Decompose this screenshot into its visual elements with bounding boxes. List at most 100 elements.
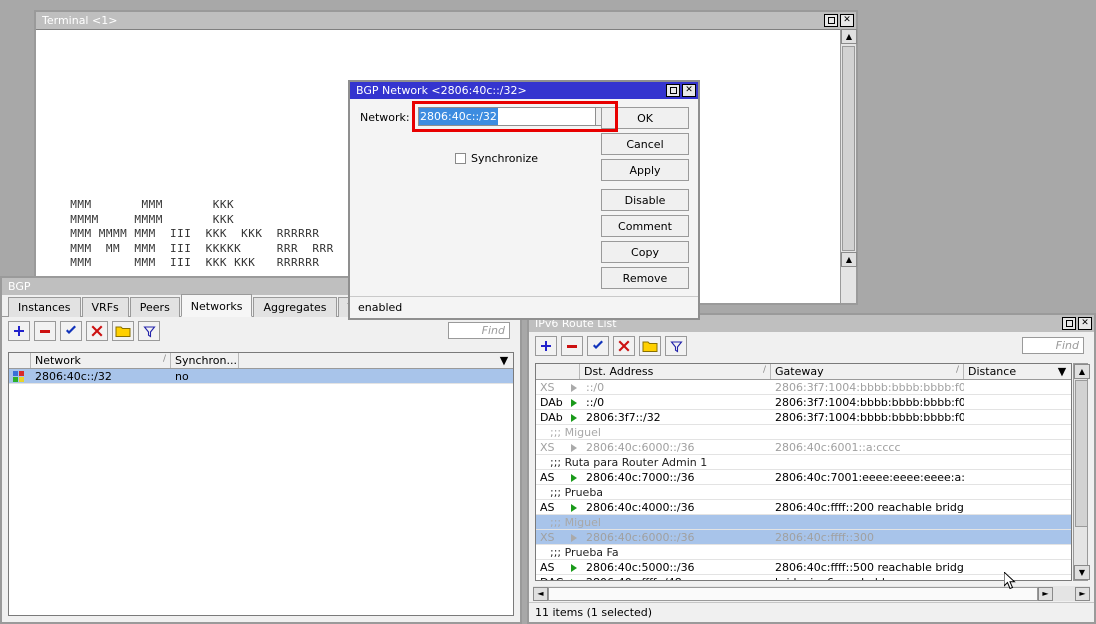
cell-gateway: 2806:40c:6001::a:cccc xyxy=(771,440,964,455)
comment-row[interactable]: ;;; Ruta para Router Admin 1 xyxy=(536,455,1071,470)
comment-row[interactable]: ;;; Miguel xyxy=(536,515,1071,530)
bgp-networks-table[interactable]: Network / Synchron... ▼ 2806:40c::/32 xyxy=(8,352,514,616)
disable-button[interactable]: Disable xyxy=(601,189,689,211)
routes-table-header: Dst. Address / Gateway / Distance ▼ xyxy=(536,364,1071,380)
table-row[interactable]: DAb::/02806:3f7:1004:bbbb:bbbb:bbbb:f0ca… xyxy=(536,395,1071,410)
synchronize-checkbox[interactable] xyxy=(455,153,466,164)
remove-icon[interactable] xyxy=(34,321,56,341)
col-synchronize[interactable]: Synchron... xyxy=(171,353,239,368)
sort-asc-icon: / xyxy=(763,365,766,375)
table-row[interactable]: XS2806:40c:6000::/362806:40c:ffff::300 xyxy=(536,530,1071,545)
routes-rows-container[interactable]: XS::/02806:3f7:1004:bbbb:bbbb:bbbb:f0ca:… xyxy=(536,380,1071,581)
cell-dst-address: 2806:3f7::/32 xyxy=(582,410,771,425)
add-icon[interactable] xyxy=(535,336,557,356)
disable-icon[interactable] xyxy=(613,336,635,356)
remove-icon[interactable] xyxy=(561,336,583,356)
route-direction-icon xyxy=(566,395,582,410)
table-row[interactable]: AS2806:40c:4000::/362806:40c:ffff::200 r… xyxy=(536,500,1071,515)
close-icon[interactable]: ✕ xyxy=(682,84,696,97)
table-row[interactable]: XS 2806:40c:6000::/362806:40c:6001::a:ccc… xyxy=(536,440,1071,455)
route-comment: ;;; Prueba Fa xyxy=(536,545,1071,560)
col-dst-address[interactable]: Dst. Address / xyxy=(580,364,771,379)
routes-horizontal-scrollbar[interactable]: ◄ ► ► xyxy=(533,586,1090,601)
cell-dst-address: ::/0 xyxy=(582,380,771,395)
maximize-icon[interactable] xyxy=(666,84,680,97)
cell-flags: XS xyxy=(536,440,566,455)
close-icon[interactable]: ✕ xyxy=(1078,317,1092,330)
tab-peers[interactable]: Peers xyxy=(130,297,180,317)
enable-icon[interactable] xyxy=(587,336,609,356)
terminal-window-buttons[interactable]: ✕ xyxy=(824,14,854,27)
dialog-buttons[interactable]: OK Cancel Apply Disable Comment Copy Rem… xyxy=(601,107,689,293)
scrollbar-thumb[interactable] xyxy=(1075,380,1088,527)
scroll-up-icon[interactable]: ▲ xyxy=(1074,364,1090,379)
terminal-vertical-scrollbar[interactable]: ▲ ▲ xyxy=(840,29,856,303)
synchronize-checkbox-row[interactable]: Synchronize xyxy=(455,152,538,165)
cell-flags: XS xyxy=(536,530,566,545)
comment-row[interactable]: ;;; Miguel xyxy=(536,425,1071,440)
routes-vertical-scrollbar[interactable]: ▲ ▼ xyxy=(1073,363,1088,581)
column-menu-icon[interactable]: ▼ xyxy=(495,353,513,368)
routes-toolbar[interactable]: Find xyxy=(529,332,1094,360)
tab-instances[interactable]: Instances xyxy=(8,297,81,317)
cell-distance xyxy=(964,395,1071,410)
cell-spacer xyxy=(239,369,513,384)
maximize-icon[interactable] xyxy=(824,14,838,27)
cell-flags: AS xyxy=(536,500,566,515)
comment-icon[interactable] xyxy=(112,321,134,341)
scroll-up-icon[interactable]: ▲ xyxy=(841,29,857,44)
network-input-wrap[interactable]: 2806:40c::/32 xyxy=(418,107,608,126)
terminal-titlebar[interactable]: Terminal <1> ✕ xyxy=(36,12,856,29)
disable-icon[interactable] xyxy=(86,321,108,341)
scroll-right-icon[interactable]: ► xyxy=(1038,587,1053,601)
filter-icon[interactable] xyxy=(665,336,687,356)
table-row[interactable]: AS2806:40c:5000::/362806:40c:ffff::500 r… xyxy=(536,560,1071,575)
tab-aggregates[interactable]: Aggregates xyxy=(253,297,336,317)
col-gateway[interactable]: Gateway / xyxy=(771,364,964,379)
column-menu-icon[interactable]: ▼ xyxy=(1053,364,1071,379)
ipv6-route-list-window[interactable]: IPv6 Route List ✕ xyxy=(527,313,1096,624)
routes-find-input[interactable]: Find xyxy=(1022,337,1084,354)
copy-button[interactable]: Copy xyxy=(601,241,689,263)
table-row[interactable]: XS::/02806:3f7:1004:bbbb:bbbb:bbbb:f0ca:… xyxy=(536,380,1071,395)
comment-row[interactable]: ;;; Prueba Fa xyxy=(536,545,1071,560)
table-row[interactable]: DAC2806:40c:ffff::/48bridgeipv6 reachabl… xyxy=(536,575,1071,581)
scroll-down-icon[interactable]: ▲ xyxy=(841,252,857,267)
apply-button[interactable]: Apply xyxy=(601,159,689,181)
filter-icon[interactable] xyxy=(138,321,160,341)
network-input[interactable] xyxy=(418,107,596,126)
scrollbar-track[interactable] xyxy=(548,587,1038,601)
cell-gateway: 2806:3f7:1004:bbbb:bbbb:bbbb:f0ca:f0ca r… xyxy=(771,395,964,410)
dialog-titlebar[interactable]: BGP Network <2806:40c::/32> ✕ xyxy=(350,82,698,99)
enable-icon[interactable] xyxy=(60,321,82,341)
bgp-network-dialog[interactable]: BGP Network <2806:40c::/32> ✕ Network: 2… xyxy=(348,80,700,320)
comment-icon[interactable] xyxy=(639,336,661,356)
add-icon[interactable] xyxy=(8,321,30,341)
scroll-right-icon-2[interactable]: ► xyxy=(1075,587,1090,601)
remove-button[interactable]: Remove xyxy=(601,267,689,289)
col-icon xyxy=(9,353,31,368)
col-network[interactable]: Network / xyxy=(31,353,171,368)
dialog-window-buttons[interactable]: ✕ xyxy=(666,84,696,97)
table-row[interactable]: AS2806:40c:7000::/362806:40c:7001:eeee:e… xyxy=(536,470,1071,485)
tab-vrfs[interactable]: VRFs xyxy=(82,297,129,317)
maximize-icon[interactable] xyxy=(1062,317,1076,330)
scroll-down-icon[interactable]: ▼ xyxy=(1074,565,1090,580)
ok-button[interactable]: OK xyxy=(601,107,689,129)
routes-window-buttons[interactable]: ✕ xyxy=(1062,317,1092,330)
comment-button[interactable]: Comment xyxy=(601,215,689,237)
comment-row[interactable]: ;;; Prueba xyxy=(536,485,1071,500)
dialog-title: BGP Network <2806:40c::/32> xyxy=(356,84,666,97)
routes-table[interactable]: Dst. Address / Gateway / Distance ▼ XS::… xyxy=(535,363,1072,581)
table-row[interactable]: DAb2806:3f7::/322806:3f7:1004:bbbb:bbbb:… xyxy=(536,410,1071,425)
col-distance[interactable]: Distance xyxy=(964,364,1053,379)
scroll-left-icon[interactable]: ◄ xyxy=(533,587,548,601)
cell-dst-address: 2806:40c:6000::/36 xyxy=(582,440,771,455)
close-icon[interactable]: ✕ xyxy=(840,14,854,27)
tab-networks[interactable]: Networks xyxy=(181,294,253,317)
cancel-button[interactable]: Cancel xyxy=(601,133,689,155)
cell-network: 2806:40c::/32 xyxy=(31,369,171,384)
network-field-label: Network: xyxy=(360,111,410,124)
table-row[interactable]: 2806:40c::/32 no xyxy=(9,369,513,384)
scrollbar-thumb[interactable] xyxy=(842,46,855,251)
